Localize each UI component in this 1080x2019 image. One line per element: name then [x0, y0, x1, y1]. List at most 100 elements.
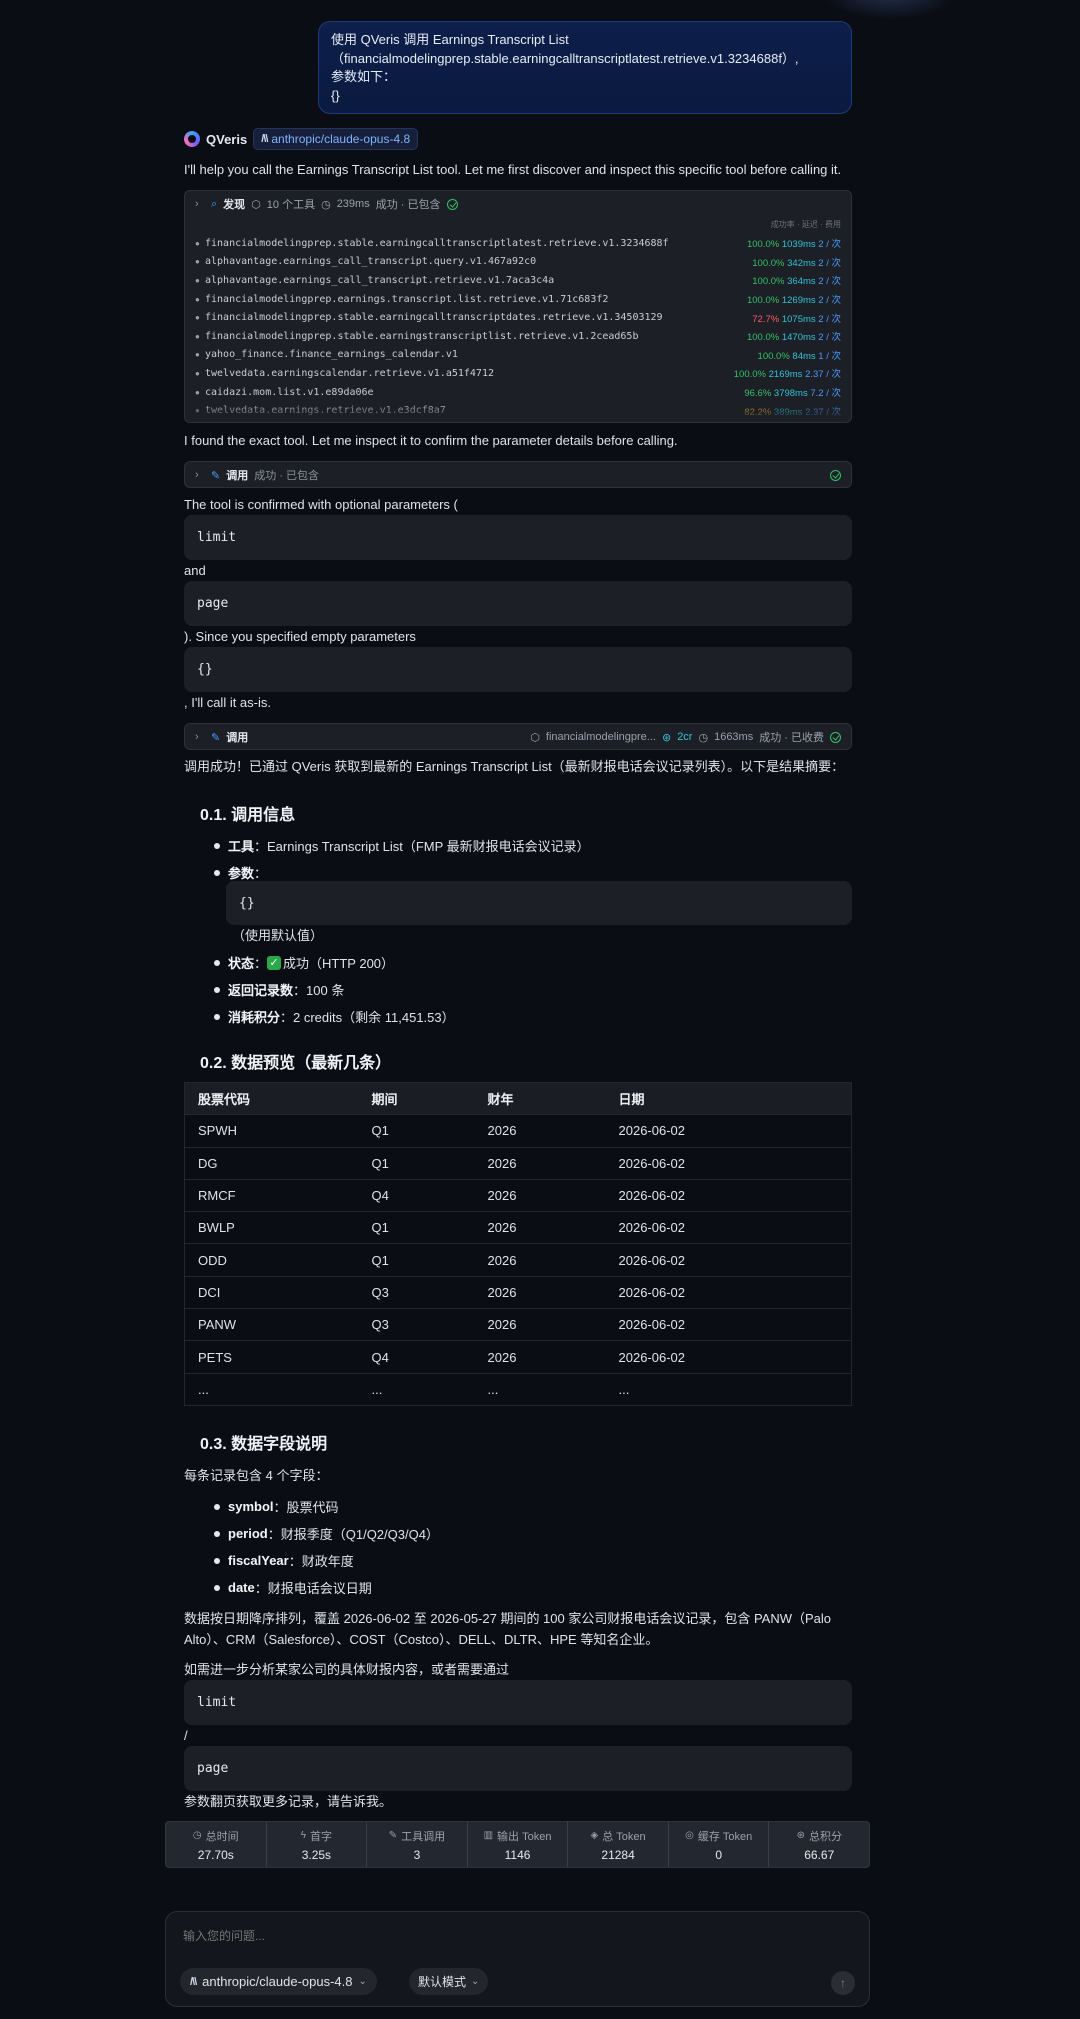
- inspect-panel[interactable]: › ✎ 调用 成功 · 已包含: [184, 461, 852, 488]
- tool-cost: 2 / 次: [818, 295, 841, 307]
- discover-tool-row[interactable]: ● twelvedata.earningscalendar.retrieve.v1…: [195, 364, 841, 383]
- discover-tool-row[interactable]: ● financialmodelingprep.stable.earningcal…: [195, 234, 841, 253]
- table-cell: 2026: [474, 1147, 606, 1180]
- chevron-right-icon[interactable]: ›: [195, 731, 205, 743]
- list-item: fiscalYear ：财政年度: [214, 1551, 354, 1570]
- field-label: 工具: [228, 839, 255, 854]
- mode-select[interactable]: 默认模式 ⌄: [409, 1968, 489, 1995]
- table-cell: PETS: [184, 1340, 359, 1374]
- chevron-right-icon[interactable]: ›: [195, 469, 205, 481]
- summary-text: 数据按日期降序排列，覆盖 2026-06-02 至 2026-05-27 期间的…: [184, 1611, 832, 1626]
- model-chip-label: anthropic/claude-opus-4.8: [271, 132, 411, 146]
- discover-tool-row[interactable]: ● caidazi.mom.list.v1.e89da06e 96.6% 3798m…: [195, 383, 841, 402]
- tool-stats: 100.0% 342ms 2 / 次: [752, 255, 841, 269]
- bullet-icon: ●: [195, 294, 200, 304]
- chat-input-box[interactable]: /\\ anthropic/claude-opus-4.8 ⌄ 默认模式 ⌄ ↑: [165, 1911, 870, 2007]
- chevron-down-icon: ⌄: [358, 1976, 367, 1987]
- discover-panel-header[interactable]: › ⌕ 发现 ⬡ 10 个工具 ◷ 239ms 成功 · 已包含: [185, 191, 851, 217]
- inspect-panel-header[interactable]: › ✎ 调用 成功 · 已包含: [185, 462, 851, 488]
- stat-value: 21284: [601, 1847, 635, 1862]
- table-cell: Q3: [358, 1276, 475, 1310]
- stats-bar: ◷ 总时间 27.70s ϟ 首字 3.25s ✎ 工具调用 3 ▥ 输出 Token 1146 ◈ 总 …: [165, 1821, 870, 1868]
- tool-rate: 100.0%: [746, 295, 780, 307]
- table-header-cell: 日期: [605, 1082, 852, 1116]
- tool-stats: 100.0% 84ms 1 / 次: [758, 348, 841, 362]
- field-value: ：: [254, 866, 268, 881]
- discover-panel: › ⌕ 发现 ⬡ 10 个工具 ◷ 239ms 成功 · 已包含 成功率 · 延…: [184, 190, 852, 423]
- section-title: 0.3. 数据字段说明: [200, 1436, 328, 1453]
- table-row: ODD Q1 2026 2026-06-02: [184, 1243, 852, 1277]
- stat-item: ◈ 总 Token 21284: [568, 1822, 669, 1867]
- intro-text: I'll help you call the Earnings Transcri…: [184, 162, 842, 177]
- discover-tool-row[interactable]: ● alphavantage.earnings_call_transcript.r…: [195, 271, 841, 290]
- found-text: I found the exact tool. Let me inspect i…: [184, 433, 678, 448]
- stat-item: ϟ 首字 3.25s: [267, 1822, 368, 1867]
- discover-tool-row[interactable]: ● yahoo_finance.finance_earnings_calendar…: [195, 346, 841, 365]
- stat-item: ⊛ 总积分 66.67: [769, 1822, 869, 1867]
- chevron-right-icon[interactable]: ›: [195, 198, 205, 210]
- call-panel[interactable]: › ✎ 调用 ⬡ financialmodelingpre... ⊛ 2cr ◷…: [184, 723, 852, 750]
- cube-icon: ⬡: [251, 198, 261, 211]
- check-mark-icon: ✓: [267, 955, 282, 970]
- anthropic-icon: /\\: [190, 1975, 197, 1988]
- tool-cost: 2 / 次: [818, 313, 841, 325]
- table-cell: 2026: [474, 1179, 606, 1213]
- stat-value: 27.70s: [197, 1847, 234, 1862]
- table-cell: ODD: [184, 1243, 359, 1277]
- agent-name: QVeris: [206, 131, 248, 147]
- agent-header: QVeris /\\ anthropic/claude-opus-4.8: [184, 128, 419, 150]
- table-cell: RMCF: [184, 1179, 359, 1213]
- model-chip[interactable]: /\\ anthropic/claude-opus-4.8: [253, 128, 419, 150]
- bullet-icon: ●: [195, 350, 200, 360]
- stat-value: 0: [715, 1847, 723, 1862]
- field-label: 参数: [228, 866, 255, 881]
- bolt-icon: ϟ: [300, 1830, 307, 1841]
- discover-tool-row[interactable]: ● alphavantage.earnings_call_transcript.q…: [195, 253, 841, 272]
- tool-latency: 2169ms: [768, 369, 803, 381]
- tool-rate: 72.7%: [752, 313, 780, 325]
- model-select-label: anthropic/claude-opus-4.8: [202, 1974, 353, 1989]
- field-desc: ：财报电话会议日期: [254, 1581, 372, 1596]
- confirm-text: ). Since you specified empty parameters: [184, 629, 416, 644]
- table-cell: BWLP: [184, 1211, 359, 1245]
- discover-columns: 成功率 · 延迟 · 费用: [770, 220, 841, 229]
- call-title: 调用: [226, 732, 249, 744]
- credit-icon: ⊛: [661, 731, 672, 744]
- tool-rate: 96.6%: [744, 388, 772, 400]
- clock-icon: ◷: [321, 198, 331, 211]
- table-cell: Q4: [358, 1340, 475, 1374]
- call-tool-name: financialmodelingpre...: [545, 731, 656, 743]
- table-cell: ...: [358, 1373, 475, 1406]
- tool-rate: 100.0%: [752, 257, 785, 269]
- tool-rate: 100.0%: [757, 350, 790, 362]
- chat-input[interactable]: [183, 1929, 783, 1943]
- field-value: ：100 条: [293, 983, 345, 998]
- call-panel-header[interactable]: › ✎ 调用 ⬡ financialmodelingpre... ⊛ 2cr ◷…: [185, 724, 851, 750]
- field-label: 状态: [228, 956, 255, 971]
- field-desc: ：股票代码: [273, 1500, 339, 1515]
- search-icon: ⌕: [211, 197, 218, 210]
- stat-item: ▥ 输出 Token 1146: [468, 1822, 569, 1867]
- discover-tool-list: ● financialmodelingprep.stable.earningcal…: [195, 234, 841, 420]
- bullet-icon: ●: [195, 368, 200, 378]
- tool-latency: 1075ms: [781, 313, 816, 325]
- discover-tool-row[interactable]: ● financialmodelingprep.stable.earningstr…: [195, 327, 841, 346]
- tool-cost: 7.2 / 次: [810, 388, 841, 400]
- table-row: BWLP Q1 2026 2026-06-02: [184, 1211, 852, 1245]
- field-desc: ：财政年度: [288, 1554, 354, 1569]
- tool-rate: 100.0%: [733, 369, 766, 381]
- table-row: PETS Q4 2026 2026-06-02: [184, 1340, 852, 1374]
- clock-icon: ◷: [698, 731, 709, 744]
- discover-tool-row[interactable]: ● financialmodelingprep.earnings.transcri…: [195, 290, 841, 309]
- call-credits: 2cr: [677, 731, 693, 743]
- table-row: ............: [184, 1373, 852, 1406]
- send-button[interactable]: ↑: [831, 1971, 855, 1995]
- tool-latency: 1269ms: [781, 295, 816, 307]
- confirm-text: , I'll call it as-is.: [184, 695, 271, 710]
- stat-item: ◎ 缓存 Token 0: [669, 1822, 770, 1867]
- list-item: 工具 ：Earnings Transcript List（FMP 最新财报电话会议…: [214, 836, 590, 855]
- model-select[interactable]: /\\ anthropic/claude-opus-4.8 ⌄: [180, 1968, 377, 1995]
- table-cell: Q1: [358, 1211, 475, 1245]
- table-cell: 2026-06-02: [605, 1340, 852, 1374]
- discover-tool-row[interactable]: ● financialmodelingprep.stable.earningcal…: [195, 308, 841, 327]
